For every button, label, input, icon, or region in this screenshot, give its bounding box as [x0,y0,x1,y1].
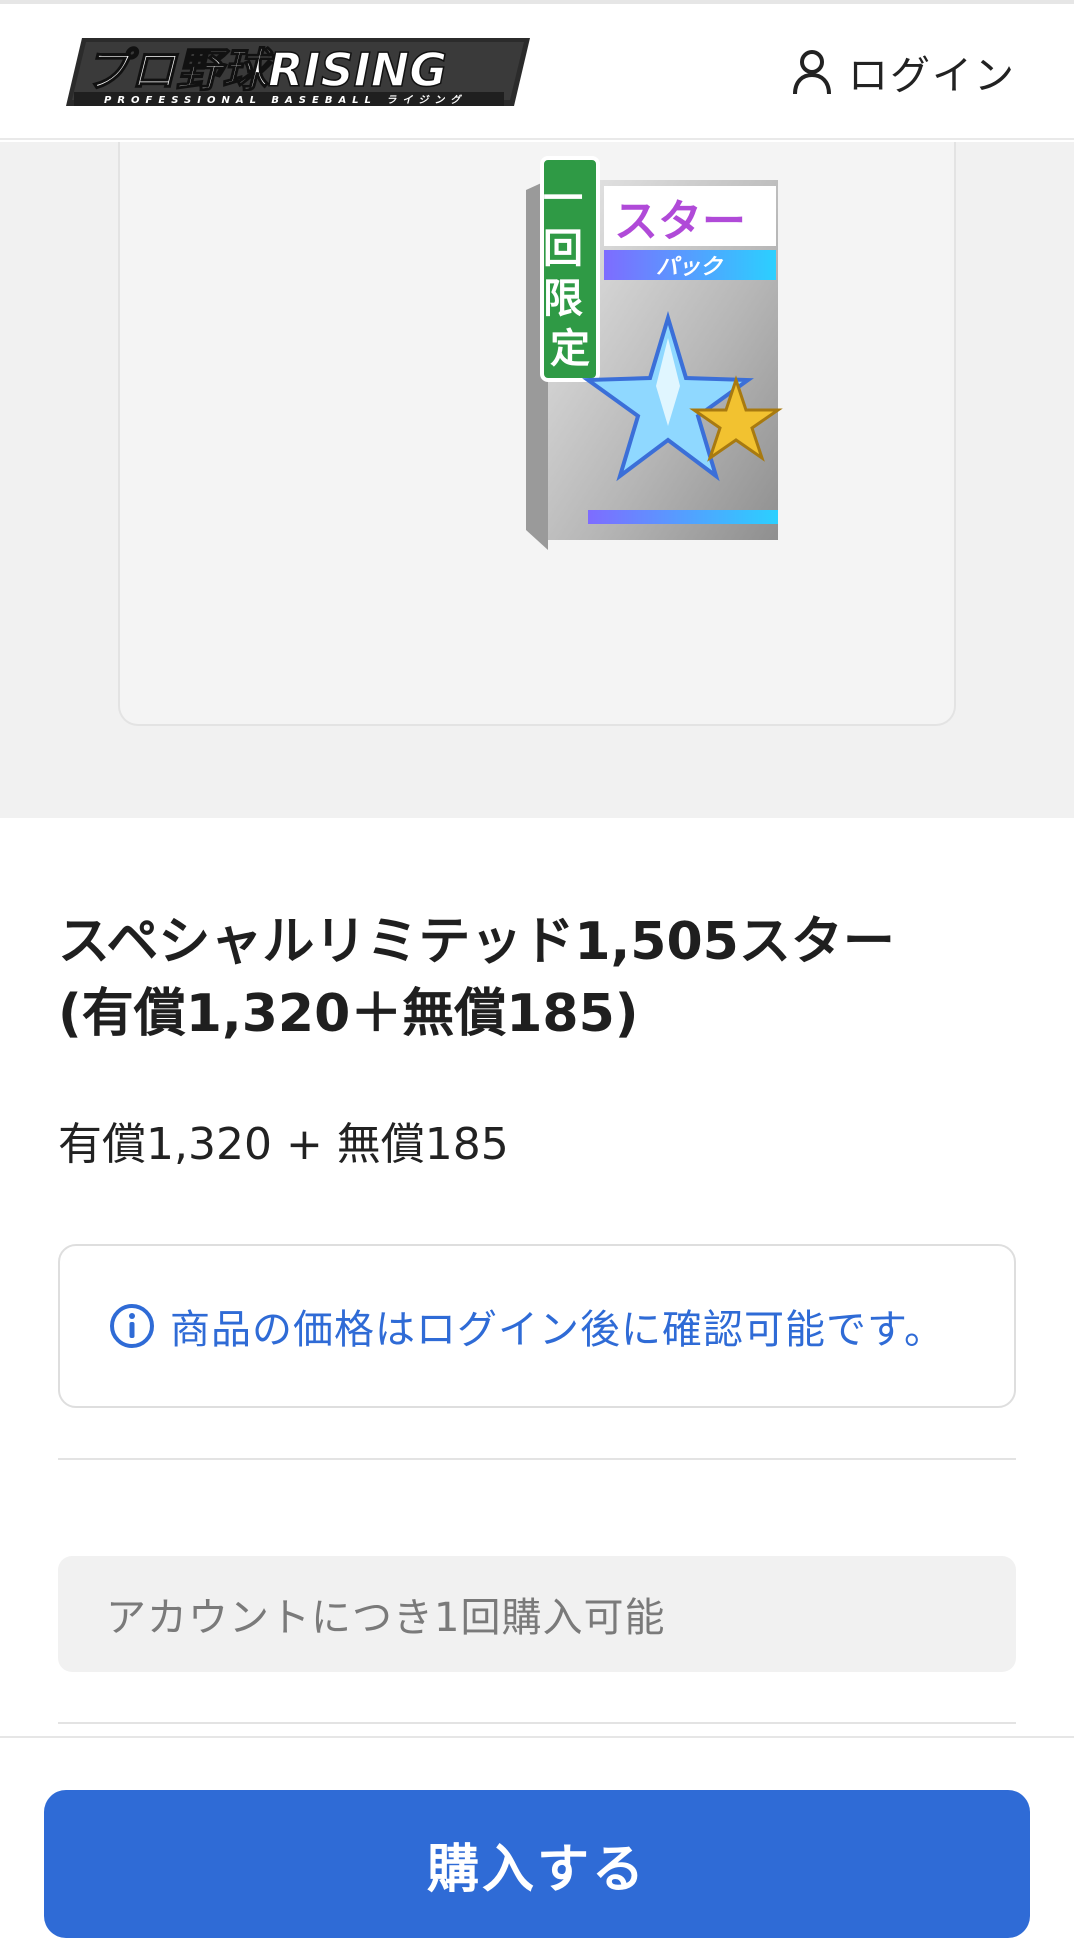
price-notice-text: 商品の価格はログイン後に確認可能です。 [170,1307,945,1353]
product-title-line2: (有償1,320＋無償185) [58,984,639,1044]
login-button[interactable]: ログイン [790,44,1016,100]
buy-button[interactable]: 購入する [44,1790,1030,1938]
svg-text:プロ野球RISING: プロ野球RISING [84,43,447,97]
app-logo[interactable]: プロ野球RISING PROFESSIONAL BASEBALL ライジング [64,34,534,116]
price-notice: 商品の価格はログイン後に確認可能です。 [58,1244,1016,1408]
svg-text:PROFESSIONAL BASEBALL ライジング: PROFESSIONAL BASEBALL ライジング [104,94,466,106]
product-subtitle: 有償1,320 + 無償185 [58,1119,509,1170]
art-subtitle: パック [656,255,724,280]
art-title: スター [614,196,746,247]
product-image-card: スター パック 一 回 限 定 [118,142,956,726]
product-image-area: スター パック 一 回 限 定 [0,142,1074,818]
product-title: スペシャルリミテッド1,505スター (有償1,320＋無償185) [58,906,1018,1050]
user-icon [793,50,831,95]
divider [58,1722,1016,1724]
login-label: ログイン [848,53,1016,99]
site-header: プロ野球RISING PROFESSIONAL BASEBALL ライジング ロ… [0,4,1074,140]
divider [58,1458,1016,1460]
purchase-footer: 購入する [0,1736,1074,1946]
star-pack-image: スター パック 一 回 限 定 [526,156,783,550]
purchase-limit-text: アカウントにつき1回購入可能 [106,1595,666,1641]
product-title-line1: スペシャルリミテッド1,505スター [58,912,895,972]
info-icon [110,1304,154,1348]
purchase-limit-box: アカウントにつき1回購入可能 [58,1556,1016,1672]
